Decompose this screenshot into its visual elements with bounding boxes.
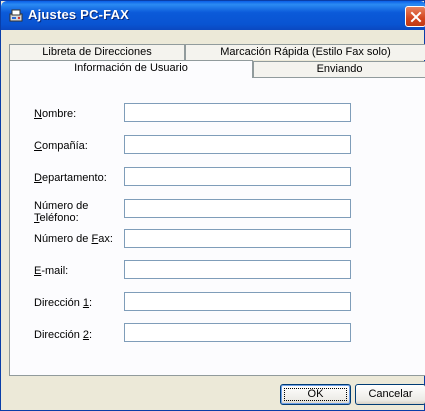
email-field[interactable] [124, 260, 351, 279]
nombre-label: Nombre: [34, 108, 77, 120]
tab-libreta-de-direcciones[interactable]: Libreta de Direcciones [9, 44, 185, 60]
compania-label: Compañía: [34, 140, 88, 152]
nombre-field[interactable] [124, 103, 351, 122]
telefono-label: Número de Teléfono: [34, 200, 89, 224]
ok-button[interactable]: OK [280, 384, 351, 405]
email-label: E-mail: [34, 265, 69, 277]
fax-settings-icon [9, 9, 23, 22]
departamento-label: Departamento: [34, 172, 107, 184]
tab-marcacion-rapida[interactable]: Marcación Rápida (Estilo Fax solo) [185, 44, 425, 60]
fax-label: Número de Fax: [34, 233, 113, 245]
tab-informacion-de-usuario[interactable]: Información de Usuario [9, 60, 253, 78]
telefono-field[interactable] [124, 199, 351, 218]
direccion-2-field[interactable] [124, 323, 351, 342]
title-bar[interactable]: Ajustes PC-FAX [1, 1, 425, 30]
direccion-1-label: Dirección 1: [34, 297, 93, 309]
window-title: Ajustes PC-FAX [28, 7, 130, 22]
dialog-window: Ajustes PC-FAX Libreta de Direcciones Ma… [0, 0, 425, 411]
cancel-label: Cancelar [368, 388, 413, 400]
focus-rect [284, 388, 347, 401]
fax-field[interactable] [124, 229, 351, 248]
direccion-1-field[interactable] [124, 292, 351, 311]
tab-enviando[interactable]: Enviando [253, 61, 425, 77]
compania-field[interactable] [124, 135, 351, 154]
close-icon [410, 11, 422, 23]
close-button[interactable] [405, 6, 425, 27]
departamento-field[interactable] [124, 167, 351, 186]
direccion-2-label: Dirección 2: [34, 329, 93, 341]
cancel-button[interactable]: Cancelar [355, 384, 425, 405]
